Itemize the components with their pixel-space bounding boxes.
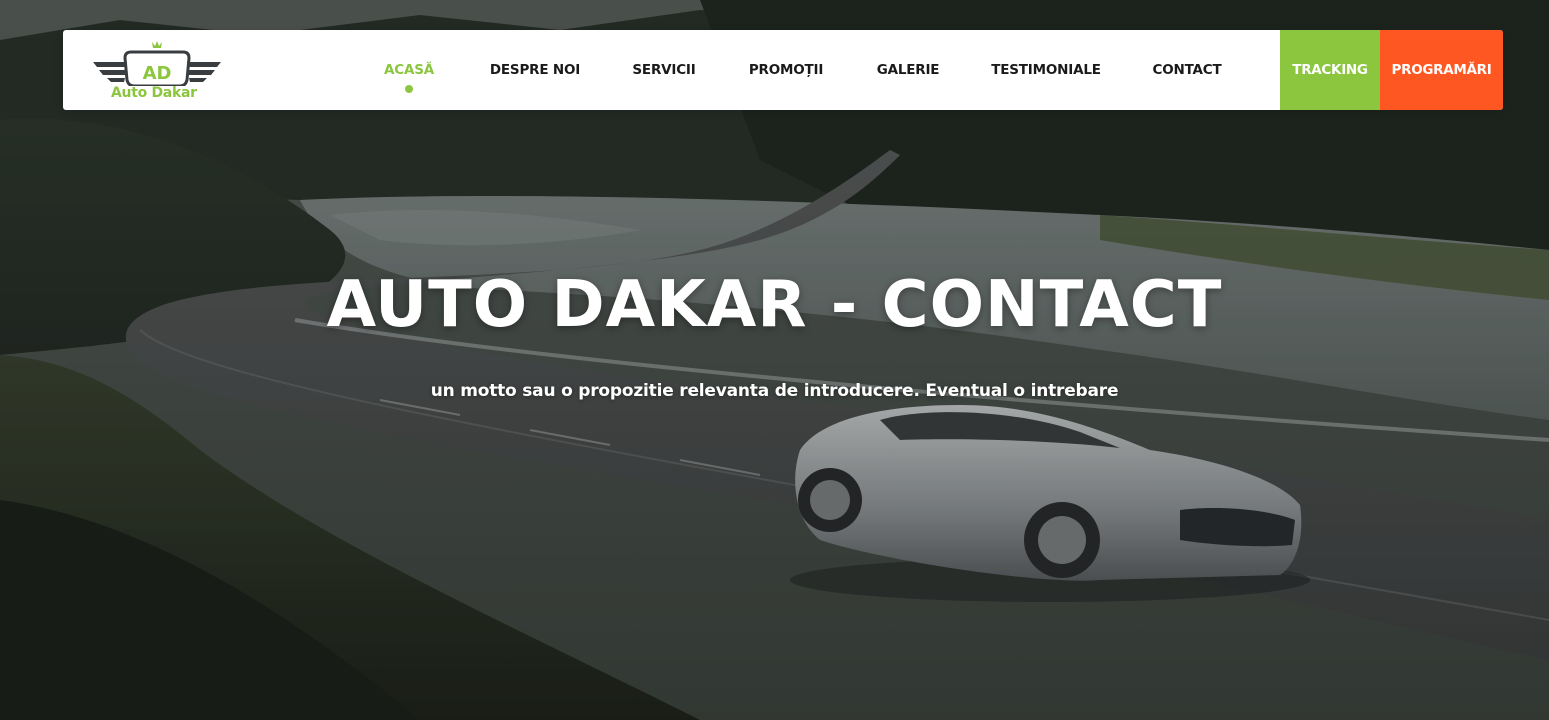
nav-item-label: DESPRE NOI — [489, 62, 581, 78]
active-indicator-dot — [405, 85, 413, 93]
nav-item-acasa[interactable]: ACASĂ — [376, 30, 442, 110]
primary-nav: ACASĂ DESPRE NOI SERVICII PROMOȚII GALER… — [63, 30, 1503, 110]
nav-item-label: ACASĂ — [384, 62, 434, 78]
nav-item-galerie[interactable]: GALERIE — [871, 30, 945, 110]
hero-title: AUTO DAKAR - CONTACT — [326, 268, 1223, 342]
nav-item-servicii[interactable]: SERVICII — [626, 30, 702, 110]
hero-section: AD Auto Dakar ACASĂ DESPRE NOI SERVICII … — [0, 0, 1549, 720]
tracking-button[interactable]: TRACKING — [1280, 30, 1380, 110]
nav-item-label: SERVICII — [632, 62, 696, 78]
nav-item-contact[interactable]: CONTACT — [1148, 30, 1226, 110]
nav-item-promotii[interactable]: PROMOȚII — [745, 30, 827, 110]
main-navbar: AD Auto Dakar ACASĂ DESPRE NOI SERVICII … — [63, 30, 1503, 110]
hero-subtitle: un motto sau o propozitie relevanta de i… — [430, 381, 1119, 401]
programari-button[interactable]: PROGRAMĂRI — [1380, 30, 1503, 110]
nav-item-label: PROMOȚII — [748, 62, 824, 78]
nav-item-testimoniale[interactable]: TESTIMONIALE — [988, 30, 1104, 110]
nav-item-label: CONTACT — [1152, 62, 1222, 78]
nav-item-despre-noi[interactable]: DESPRE NOI — [485, 30, 585, 110]
nav-item-label: TESTIMONIALE — [991, 62, 1101, 78]
nav-item-label: GALERIE — [876, 62, 940, 78]
